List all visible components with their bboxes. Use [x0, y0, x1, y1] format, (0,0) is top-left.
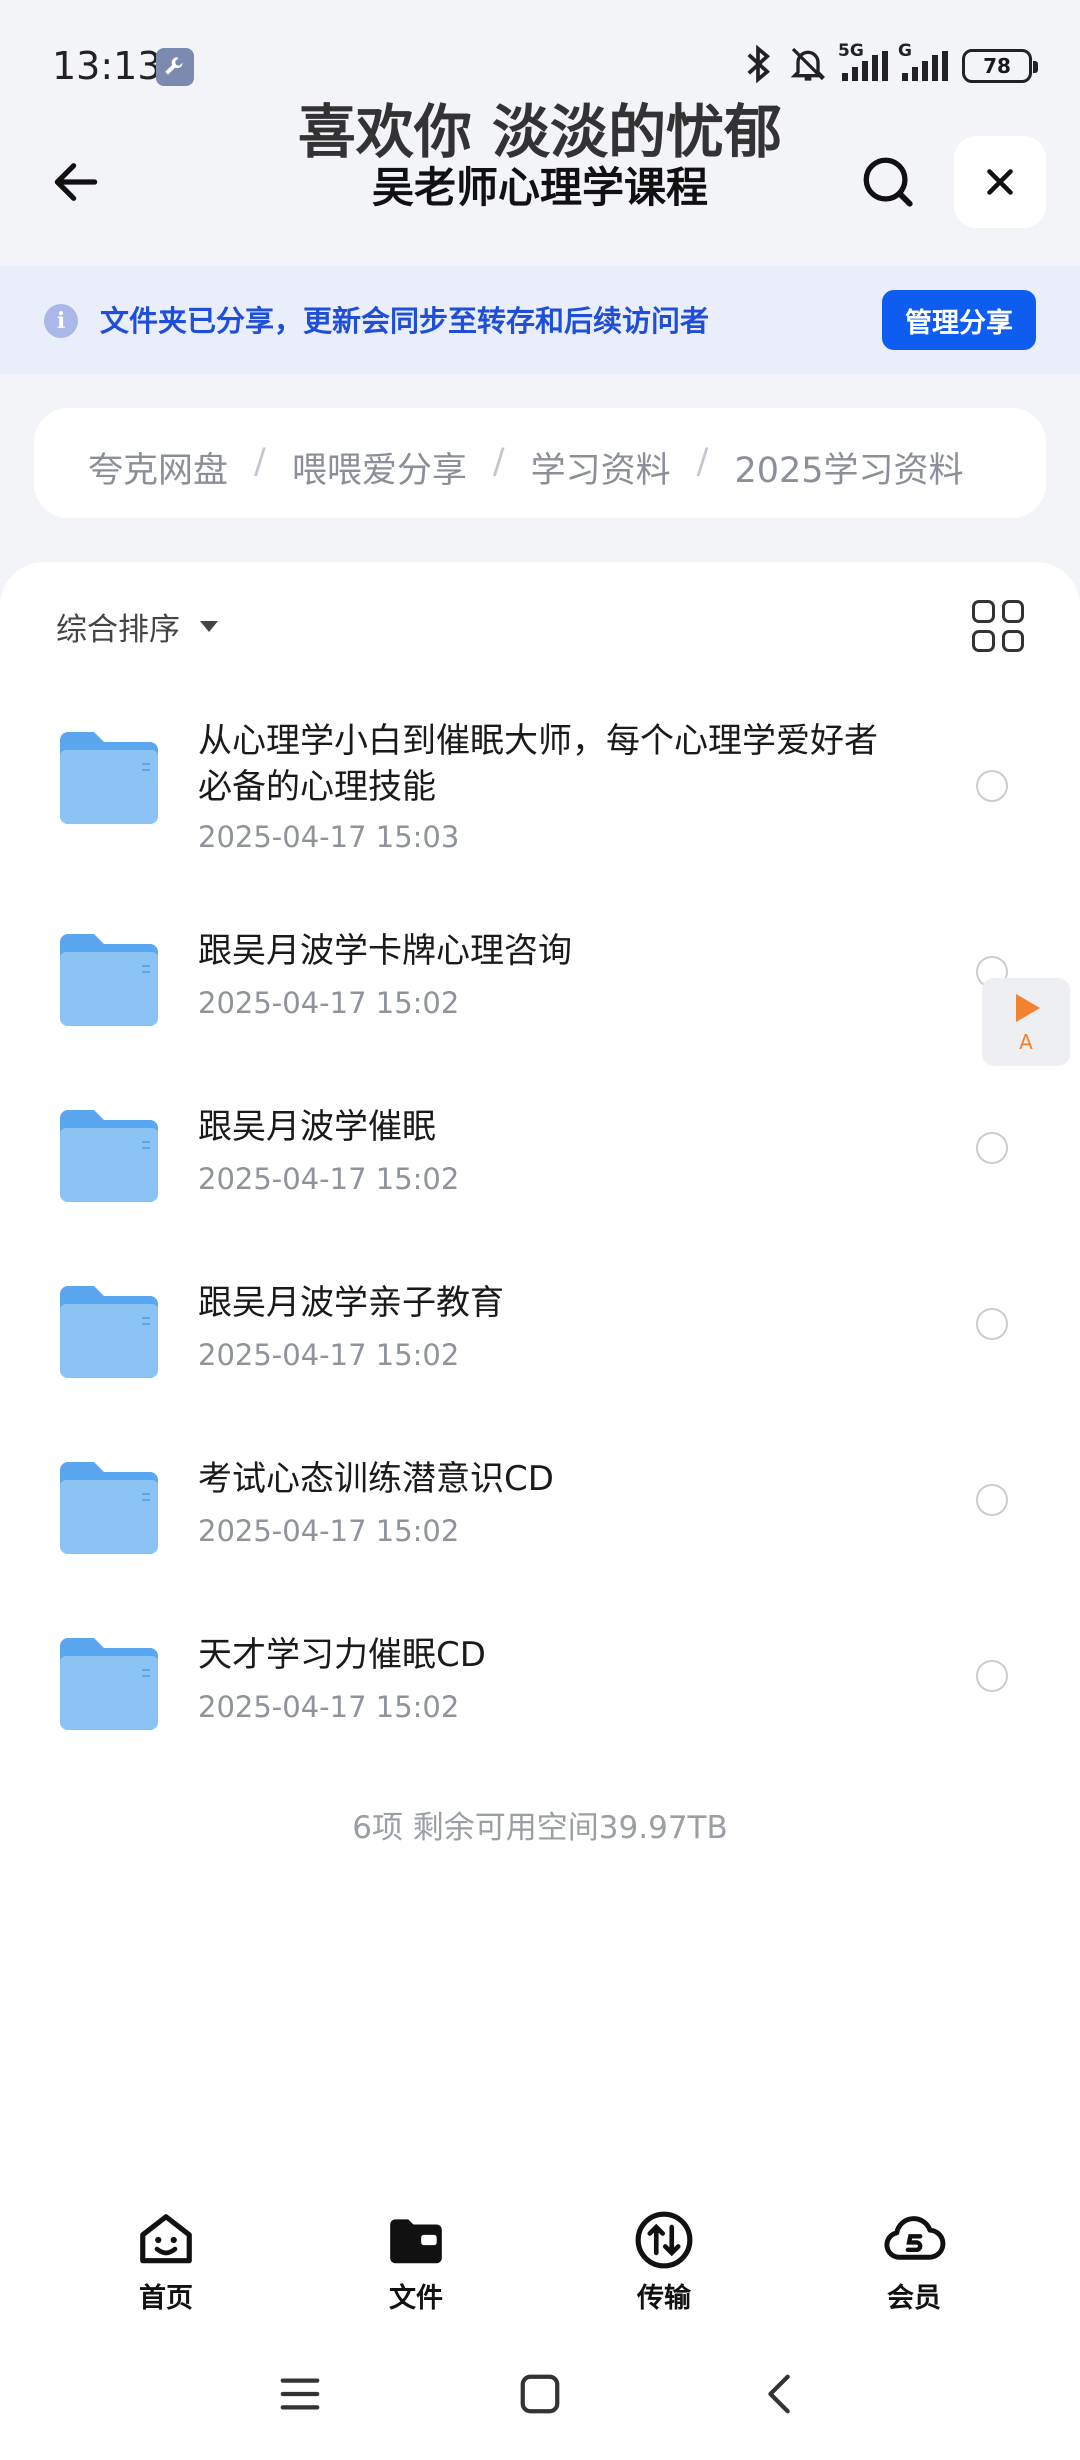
back-button[interactable] [40, 146, 112, 218]
wrench-icon [156, 48, 194, 86]
file-row[interactable]: 考试心态训练潜意识CD 2025-04-17 15:02 [0, 1422, 1080, 1598]
close-icon [987, 169, 1013, 195]
cloud-member-icon [882, 2208, 946, 2272]
breadcrumb-separator: / [254, 442, 266, 482]
select-radio[interactable] [976, 1132, 1008, 1164]
grid-view-icon [972, 600, 995, 623]
folder-icon [60, 732, 158, 824]
page-subtitle: 吴老师心理学课程 [371, 163, 708, 212]
file-name: 天才学习力催眠CD [198, 1635, 486, 1675]
file-name: 从心理学小白到催眠大师，每个心理学爱好者必备的心理技能 [198, 721, 878, 807]
nav-item-files[interactable]: 文件 [356, 2208, 476, 2315]
breadcrumb-item[interactable]: 夸克网盘 [88, 442, 228, 493]
folder-icon [60, 1286, 158, 1378]
network-g-label: G [898, 41, 912, 61]
breadcrumb-item[interactable]: 学习资料 [531, 442, 671, 493]
nav-label: 传输 [637, 2283, 691, 2314]
nav-item-member[interactable]: 会员 [854, 2208, 974, 2315]
system-nav-bar [0, 2332, 1080, 2460]
select-radio[interactable] [976, 770, 1008, 802]
search-button[interactable] [852, 146, 924, 218]
file-row[interactable]: 跟吴月波学催眠 2025-04-17 15:02 [0, 1070, 1080, 1246]
nav-label: 首页 [139, 2283, 193, 2314]
search-icon [863, 157, 913, 207]
file-list-card: 综合排序 从心理学小白到催眠大师，每个心理学爱好者必备的心理技能 2025-04… [0, 562, 1080, 2182]
file-date: 2025-04-17 15:02 [198, 1514, 460, 1548]
file-name: 跟吴月波学催眠 [198, 1107, 436, 1147]
file-row[interactable]: 跟吴月波学卡牌心理咨询 2025-04-17 15:02 [0, 894, 1080, 1070]
title-block: 喜欢你 淡淡的忧郁 吴老师心理学课程 [200, 96, 880, 214]
bell-muted-icon [788, 44, 828, 88]
share-notice-text: 文件夹已分享，更新会同步至转存和后续访问者 [100, 304, 710, 338]
file-date: 2025-04-17 15:02 [198, 1690, 460, 1724]
home-button[interactable] [508, 2362, 572, 2426]
signal-icon-5g: 5G [838, 41, 888, 81]
close-button[interactable] [954, 136, 1046, 228]
file-date: 2025-04-17 15:02 [198, 1162, 460, 1196]
file-name: 考试心态训练潜意识CD [198, 1459, 554, 1499]
select-radio[interactable] [976, 1308, 1008, 1340]
home-face-icon [134, 2208, 198, 2272]
manage-share-button[interactable]: 管理分享 [882, 290, 1036, 350]
nav-item-transfer[interactable]: 传输 [604, 2208, 724, 2315]
file-row[interactable]: 天才学习力催眠CD 2025-04-17 15:02 [0, 1598, 1080, 1774]
folder-icon [60, 1462, 158, 1554]
caret-down-icon [200, 621, 218, 632]
status-icons: 5G G 78 [742, 41, 1038, 88]
file-name: 跟吴月波学卡牌心理咨询 [198, 931, 572, 971]
breadcrumb-item[interactable]: 2025学习资料 [734, 442, 963, 493]
nav-item-home[interactable]: 首页 [106, 2208, 226, 2315]
folder-icon [60, 934, 158, 1026]
breadcrumb-separator: / [696, 442, 709, 482]
network-5g-label: 5G [838, 41, 864, 61]
breadcrumb-separator: / [492, 442, 505, 482]
square-icon [520, 2374, 560, 2414]
file-date: 2025-04-17 15:03 [198, 820, 460, 854]
select-radio[interactable] [976, 1484, 1008, 1516]
transfer-icon [632, 2208, 696, 2272]
breadcrumb: 夸克网盘 / 喂喂爱分享 / 学习资料 / 2025学习资料 [34, 408, 1046, 518]
chevron-left-icon [768, 2374, 790, 2414]
select-radio[interactable] [976, 1660, 1008, 1692]
menu-button[interactable] [268, 2362, 332, 2426]
nav-label: 会员 [887, 2283, 941, 2314]
play-icon [1016, 994, 1040, 1022]
floating-letter: A [1019, 1030, 1033, 1054]
signal-icon-g: G [898, 41, 948, 81]
file-name: 跟吴月波学亲子教育 [198, 1283, 504, 1323]
bottom-nav: 首页 文件 传输 会员 [0, 2182, 1080, 2332]
folder-wallet-icon [384, 2208, 448, 2272]
battery-icon: 78 [962, 49, 1038, 83]
breadcrumb-item[interactable]: 喂喂爱分享 [292, 442, 467, 493]
file-list: 从心理学小白到催眠大师，每个心理学爱好者必备的心理技能 2025-04-17 1… [0, 682, 1080, 1774]
page-title: 喜欢你 淡淡的忧郁 [297, 98, 783, 166]
info-icon: i [44, 304, 78, 338]
arrow-left-icon [54, 163, 98, 201]
sort-dropdown[interactable]: 综合排序 [56, 604, 218, 649]
grid-view-button[interactable] [972, 600, 1024, 652]
file-date: 2025-04-17 15:02 [198, 1338, 460, 1372]
folder-icon [60, 1110, 158, 1202]
file-row[interactable]: 跟吴月波学亲子教育 2025-04-17 15:02 [0, 1246, 1080, 1422]
status-time: 13:13 [52, 44, 162, 88]
folder-icon [60, 1638, 158, 1730]
nav-label: 文件 [389, 2283, 443, 2314]
floating-player-button[interactable]: A [982, 978, 1070, 1066]
file-row[interactable]: 从心理学小白到催眠大师，每个心理学爱好者必备的心理技能 2025-04-17 1… [0, 682, 1080, 894]
system-back-button[interactable] [748, 2362, 812, 2426]
menu-icon [280, 2378, 320, 2410]
file-date: 2025-04-17 15:02 [198, 986, 460, 1020]
bluetooth-icon [742, 44, 774, 88]
sort-label: 综合排序 [56, 612, 180, 648]
storage-summary: 6项 剩余可用空间39.97TB [352, 1810, 728, 1846]
